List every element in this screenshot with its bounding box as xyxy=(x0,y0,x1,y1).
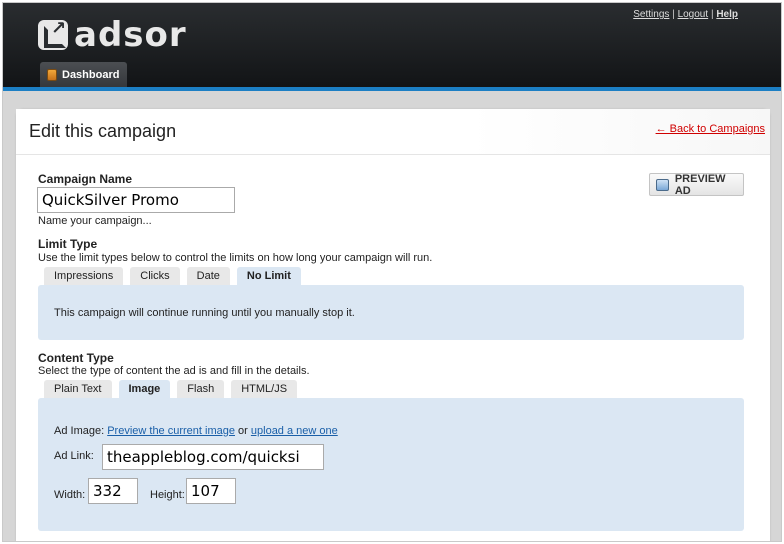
preview-image-link[interactable]: Preview the current image xyxy=(107,425,235,437)
logo[interactable]: adsor xyxy=(38,18,187,52)
tab-impressions[interactable]: Impressions xyxy=(44,267,124,285)
main-panel: Edit this campaign ← Back to Campaigns P… xyxy=(16,109,770,541)
tab-no-limit[interactable]: No Limit xyxy=(236,267,301,285)
ad-link-label: Ad Link: xyxy=(54,450,94,462)
limit-type-hint: Use the limit types below to control the… xyxy=(38,252,433,264)
tab-date[interactable]: Date xyxy=(186,267,230,285)
height-label: Height: xyxy=(150,489,185,501)
content-type-panel: Ad Image: Preview the current image or u… xyxy=(38,398,744,531)
width-input[interactable]: 332 xyxy=(88,478,138,504)
upload-image-link[interactable]: upload a new one xyxy=(251,425,338,437)
content-type-label: Content Type xyxy=(38,351,114,365)
help-link[interactable]: Help xyxy=(716,9,738,20)
preview-ad-button[interactable]: PREVIEW AD xyxy=(649,172,744,197)
panel-header: Edit this campaign ← Back to Campaigns xyxy=(16,109,770,155)
logo-text: adsor xyxy=(74,15,187,55)
ad-link-input[interactable]: theappleblog.com/quicksi xyxy=(102,444,324,470)
settings-link[interactable]: Settings xyxy=(633,9,669,20)
limit-message: This campaign will continue running unti… xyxy=(54,307,355,319)
nav-tab-dashboard[interactable]: Dashboard xyxy=(40,62,128,87)
nav-tab-label: Dashboard xyxy=(62,68,120,81)
campaign-name-input[interactable]: QuickSilver Promo xyxy=(37,187,235,213)
tab-flash[interactable]: Flash xyxy=(177,380,225,398)
preview-icon xyxy=(656,178,669,191)
back-to-campaigns-link[interactable]: ← Back to Campaigns xyxy=(656,123,765,135)
campaign-name-hint: Name your campaign... xyxy=(38,215,152,227)
limit-type-panel: This campaign will continue running unti… xyxy=(38,285,744,340)
logo-mark-icon xyxy=(38,18,68,50)
link-separator: | xyxy=(710,9,714,20)
limit-type-label: Limit Type xyxy=(38,237,98,251)
ad-image-row: Ad Image: Preview the current image or u… xyxy=(54,425,338,437)
ad-image-label: Ad Image: xyxy=(54,425,105,437)
link-separator: | xyxy=(672,9,675,20)
width-label: Width: xyxy=(54,489,86,501)
campaign-name-label: Campaign Name xyxy=(38,172,133,186)
content-type-tabs: Plain Text Image Flash HTML/JS xyxy=(44,380,304,398)
top-links: Settings | Logout | Help xyxy=(633,9,738,20)
preview-ad-label: PREVIEW AD xyxy=(674,172,726,197)
tab-clicks[interactable]: Clicks xyxy=(130,267,180,285)
logout-link[interactable]: Logout xyxy=(678,9,709,20)
content-type-hint: Select the type of content the ad is and… xyxy=(38,365,310,377)
height-input[interactable]: 107 xyxy=(186,478,236,504)
tab-plain-text[interactable]: Plain Text xyxy=(44,380,112,398)
app-frame: adsor Settings | Logout | Help Dashboard… xyxy=(2,2,782,542)
dashboard-icon xyxy=(47,68,57,81)
page-title: Edit this campaign xyxy=(29,121,177,141)
limit-type-tabs: Impressions Clicks Date No Limit xyxy=(44,267,308,285)
tab-image[interactable]: Image xyxy=(118,380,171,398)
tab-html-js[interactable]: HTML/JS xyxy=(231,380,298,398)
or-text: or xyxy=(238,425,248,437)
header-bar: adsor Settings | Logout | Help Dashboard xyxy=(3,3,781,91)
